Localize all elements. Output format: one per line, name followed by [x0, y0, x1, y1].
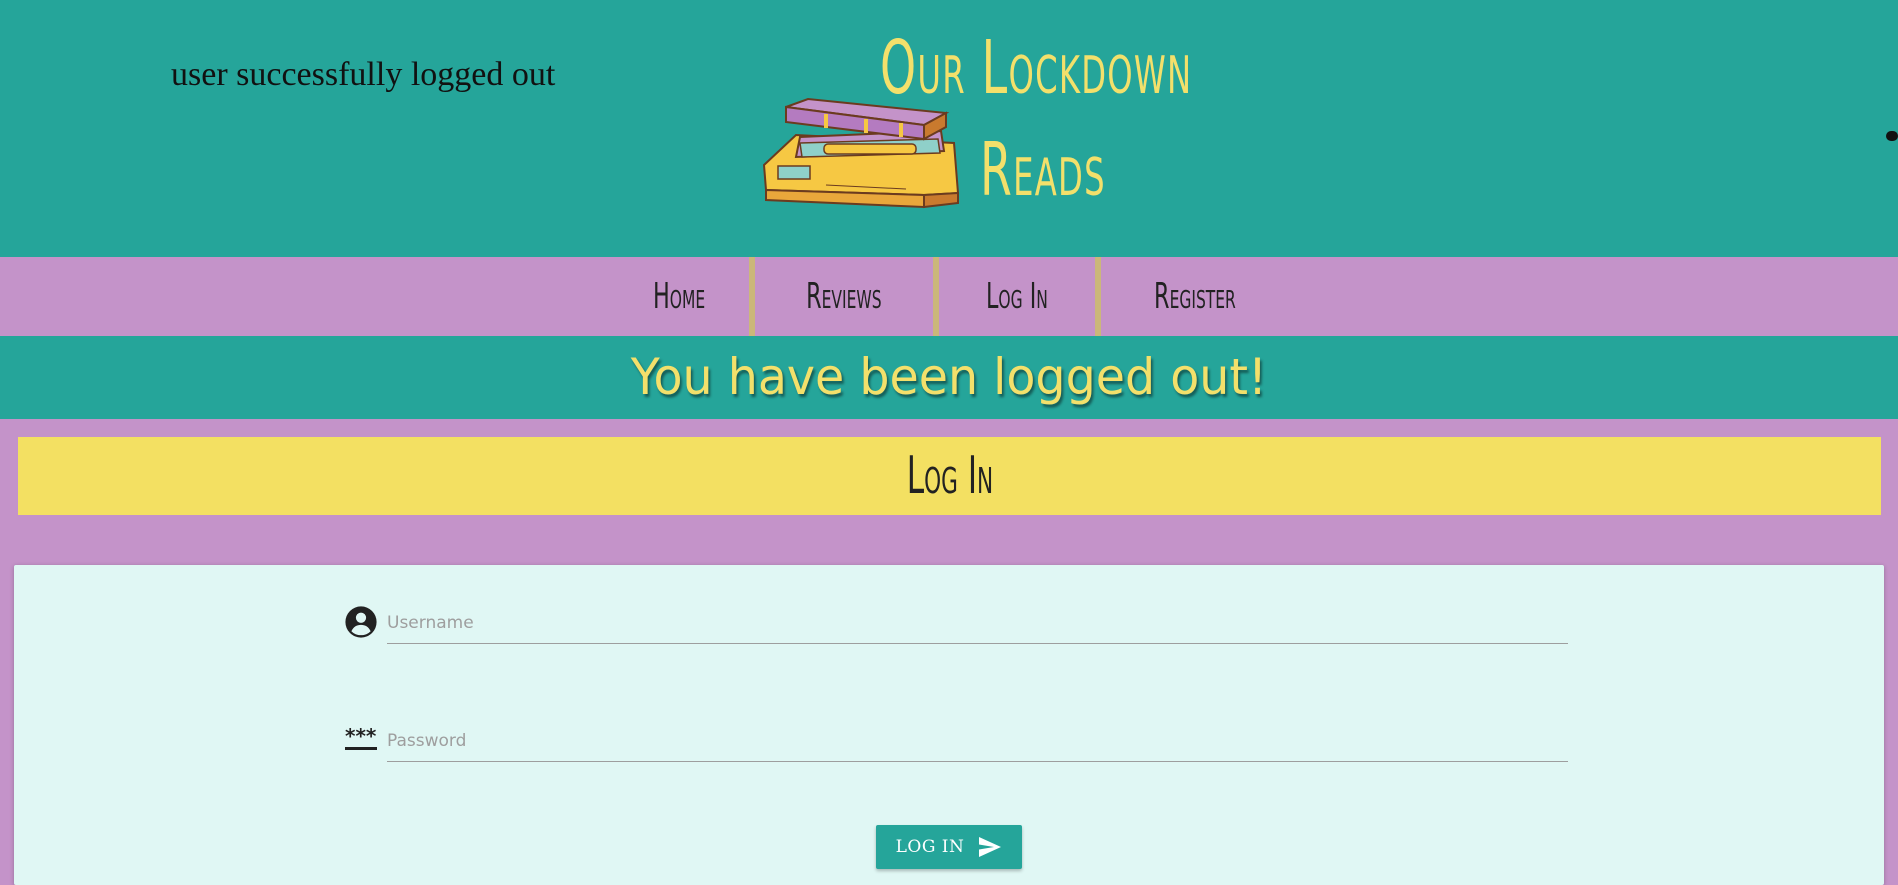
books-logo-icon [762, 97, 960, 209]
send-icon [979, 837, 1002, 857]
nav-item-label: Log In [985, 276, 1048, 317]
nav-item-register[interactable]: Register [1101, 257, 1289, 336]
nav-item-label: Register [1153, 276, 1236, 317]
site-header: user successfully logged out Our Lockdow… [0, 0, 1898, 257]
password-input[interactable] [387, 721, 1568, 762]
logout-banner: You have been logged out! [0, 336, 1898, 419]
menu-toggle-dot[interactable] [1886, 131, 1898, 141]
nav-item-label: Reviews [806, 276, 882, 317]
page-title: Log In [906, 446, 993, 506]
nav-item-label: Home [653, 276, 706, 317]
brand-title-line2[interactable]: Reads [980, 127, 1106, 213]
username-input[interactable] [387, 603, 1568, 644]
logout-message: You have been logged out! [630, 348, 1268, 406]
brand-title-line1[interactable]: Our Lockdown [880, 25, 1192, 111]
username-field [332, 593, 1586, 653]
nav-item-login[interactable]: Log In [939, 257, 1095, 336]
page-title-bar: Log In [18, 437, 1881, 515]
account-circle-icon [345, 606, 377, 638]
svg-text:***: *** [345, 724, 377, 748]
password-icon: *** [345, 724, 377, 750]
main-nav: Home Reviews Log In Register [0, 257, 1898, 336]
password-field: *** [332, 711, 1586, 771]
login-button[interactable]: LOG IN [876, 825, 1022, 869]
login-form-card: *** LOG IN [14, 565, 1884, 885]
flash-message: user successfully logged out [171, 56, 556, 93]
nav-item-home[interactable]: Home [609, 257, 749, 336]
nav-item-reviews[interactable]: Reviews [755, 257, 933, 336]
login-button-label: LOG IN [895, 837, 965, 857]
